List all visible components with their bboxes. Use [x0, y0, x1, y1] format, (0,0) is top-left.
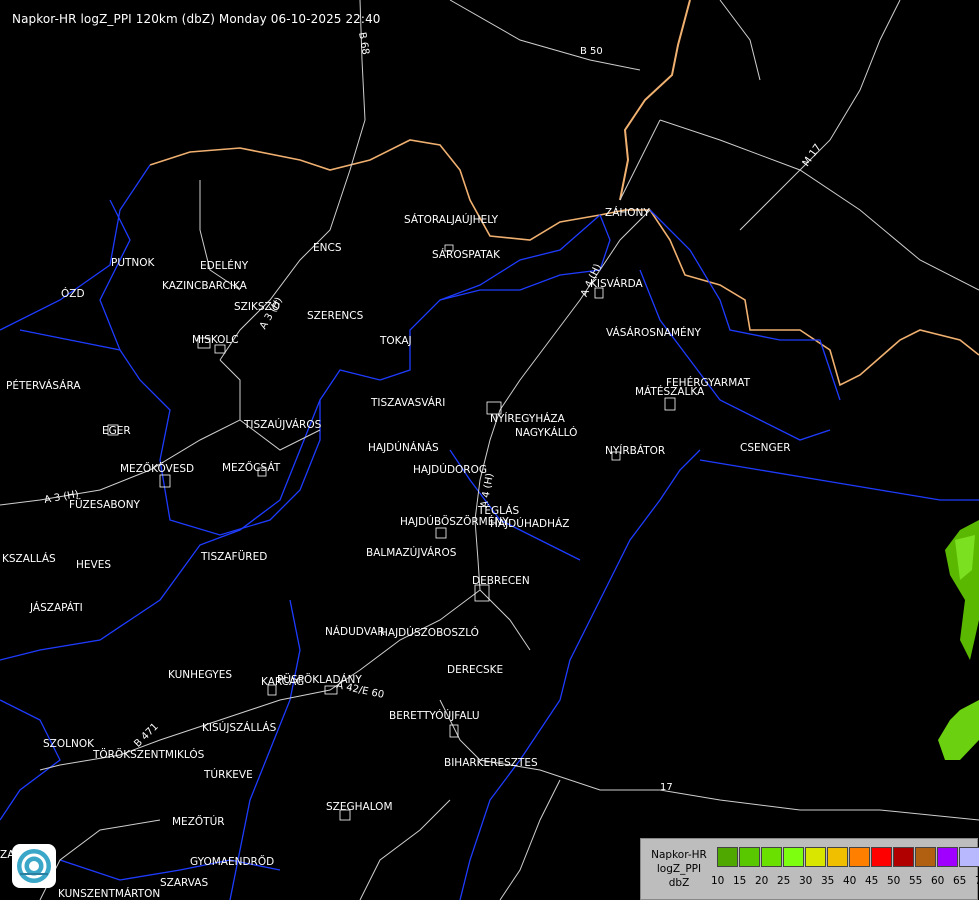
city-label: EGER — [102, 425, 131, 437]
city-label: MEZŐKÖVESD — [120, 463, 195, 475]
legend-tick-label: 55 — [909, 875, 923, 887]
legend-tick-label: 15 — [733, 875, 747, 887]
city-label: KISÚJSZÁLLÁS — [202, 722, 277, 734]
city-label: NAGYKÁLLÓ — [515, 427, 578, 439]
city-label: DERECSKE — [447, 664, 504, 676]
swirl-icon — [17, 849, 51, 883]
city-label: MEZŐCSÁT — [222, 462, 281, 474]
city-label: MISKOLC — [192, 334, 239, 346]
city-label: SZERENCS — [307, 310, 364, 322]
legend-tick-label: 10 — [711, 875, 725, 887]
city-label: GYOMAENDRŐD — [190, 856, 275, 868]
city-label: BIHARKERESZTES — [444, 757, 538, 769]
city-label: JÁSZAPÁTI — [30, 602, 83, 614]
legend-color-scale — [717, 847, 979, 867]
city-label: SZEGHALOM — [326, 801, 393, 813]
city-label: TÚRKEVE — [204, 769, 253, 781]
city-label: SÁROSPATAK — [432, 249, 500, 261]
city-label: TOKAJ — [380, 335, 412, 347]
city-label: HEVES — [76, 559, 112, 571]
city-label: ÓZD — [61, 288, 85, 300]
app-logo — [12, 844, 56, 888]
legend-tick-label: 70 — [975, 875, 979, 887]
legend-swatch — [739, 847, 760, 867]
city-label: FÜZESABONY — [69, 499, 140, 511]
city-label: BALMAZÚJVÁROS — [366, 547, 457, 559]
legend-tick-label: 45 — [865, 875, 879, 887]
city-label: BERETTYÓÚJFALU — [389, 710, 480, 722]
legend-tick-label: 50 — [887, 875, 901, 887]
city-label: KAZINCBARCIKA — [162, 280, 247, 292]
legend-swatch — [893, 847, 914, 867]
city-label: SZARVAS — [160, 877, 209, 889]
city-label: TISZAÚJVÁROS — [244, 419, 322, 431]
legend-title-line: Napkor-HR — [651, 849, 707, 861]
city-label: HAJDÚNÁNÁS — [368, 442, 439, 454]
city-label: ZÁHONY — [605, 207, 650, 219]
legend-tick-label: 30 — [799, 875, 813, 887]
legend-tick-label: 20 — [755, 875, 769, 887]
map-title: Napkor-HR logZ_PPI 120km (dbZ) Monday 06… — [12, 12, 381, 26]
legend-swatch — [827, 847, 848, 867]
rivers — [0, 164, 979, 900]
city-label: KISVÁRDA — [590, 278, 643, 290]
road-label: 17 — [660, 782, 673, 793]
legend-title: Napkor-HR logZ_PPI dbZ — [647, 848, 711, 890]
city-label: TISZAVASVÁRI — [371, 397, 446, 409]
city-label: NYÍREGYHÁZA — [490, 413, 565, 425]
city-label: PÉTERVÁSÁRA — [6, 380, 81, 392]
city-label: EDELÉNY — [200, 260, 249, 272]
city-label: KUNHEGYES — [168, 669, 232, 681]
legend-title-line: logZ_PPI — [656, 863, 702, 875]
legend-swatch — [959, 847, 979, 867]
city-label: TISZAFÜRED — [201, 551, 268, 563]
city-label: SÁTORALJAÚJHELY — [404, 214, 499, 226]
legend-swatch — [805, 847, 826, 867]
city-label: TÖRÖKSZENTMIKLÓS — [93, 749, 205, 761]
legend-tick-label: 65 — [953, 875, 967, 887]
city-label: HAJDÚSZOBOSZLÓ — [380, 627, 479, 639]
legend-tick-label: 60 — [931, 875, 945, 887]
city-label: HAJDÚHADHÁZ — [490, 518, 570, 530]
city-label: NÁDUDVAR — [325, 626, 385, 638]
legend-swatch — [937, 847, 958, 867]
city-label: PUTNOK — [111, 257, 155, 269]
legend-title-line: dbZ — [668, 877, 690, 889]
legend-tick-label: 40 — [843, 875, 857, 887]
city-label: SZOLNOK — [43, 738, 94, 750]
country-border — [619, 0, 691, 201]
legend-tick-label: 25 — [777, 875, 791, 887]
city-label: ENCS — [313, 242, 342, 254]
legend-swatch — [761, 847, 782, 867]
city-label: HAJDÚDOROG — [413, 464, 487, 476]
city-label: VÁSÁROSNAMÉNY — [606, 327, 701, 339]
radar-echoes — [938, 520, 979, 760]
city-label: DEBRECEN — [472, 575, 530, 587]
city-label: NYÍRBÁTOR — [605, 445, 666, 457]
city-label: KUNSZENTMÁRTON — [58, 888, 161, 900]
city-label: CSENGER — [740, 442, 791, 454]
city-label: KSZALLÁS — [2, 553, 56, 565]
legend-swatch — [717, 847, 738, 867]
legend-tick-label: 35 — [821, 875, 835, 887]
town-outlines — [107, 244, 676, 821]
legend-swatch — [915, 847, 936, 867]
dbz-legend: Napkor-HR logZ_PPI dbZ 10 15 20 25 30 35 40 45 5… — [640, 838, 979, 900]
legend-swatch — [849, 847, 870, 867]
country-border — [149, 139, 979, 387]
city-label: MEZŐTÚR — [172, 816, 225, 828]
city-label: MÁTÉSZALKA — [635, 386, 705, 398]
legend-ticks: 10 15 20 25 30 35 40 45 50 55 60 65 70 — [711, 875, 979, 889]
legend-swatch — [783, 847, 804, 867]
legend-swatch — [871, 847, 892, 867]
road-label: B 50 — [580, 46, 603, 57]
